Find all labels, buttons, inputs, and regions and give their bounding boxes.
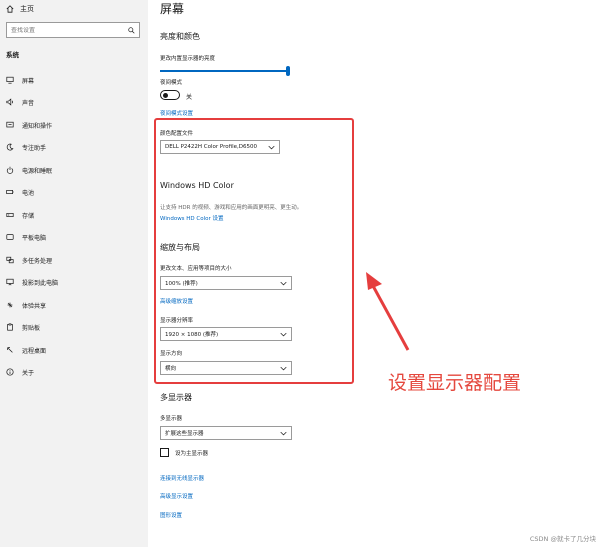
sidebar-item-battery[interactable]: 电池 <box>6 186 34 198</box>
brightness-slider-fill <box>160 70 290 72</box>
clipboard-icon <box>7 323 13 331</box>
sidebar-item-about[interactable]: 关于 <box>6 366 34 378</box>
multi-display-heading: 多显示器 <box>160 393 192 402</box>
sidebar-item-label: 声音 <box>22 99 35 107</box>
sidebar-item-remote-desktop[interactable]: 远程桌面 <box>6 344 46 356</box>
sidebar-item-label: 电源和睡眠 <box>22 167 53 175</box>
primary-display-option[interactable]: 设为主显示器 <box>160 448 208 457</box>
brightness-slider[interactable] <box>160 66 290 76</box>
search-box[interactable] <box>6 22 140 38</box>
moon-icon <box>6 143 14 151</box>
sidebar-item-label: 通知和操作 <box>22 122 53 130</box>
multi-display-dropdown[interactable]: 扩展这些显示器 <box>160 426 292 440</box>
project-icon <box>6 278 14 286</box>
home-icon <box>6 5 14 13</box>
connect-wireless-display-link[interactable]: 连接到无线显示器 <box>160 474 204 482</box>
sidebar-item-storage[interactable]: 存储 <box>6 209 34 221</box>
battery-icon <box>6 190 14 194</box>
sidebar-item-notifications[interactable]: 通知和操作 <box>6 119 52 131</box>
sidebar-item-sound[interactable]: 声音 <box>6 96 34 108</box>
sidebar-item-project[interactable]: 投影到此电脑 <box>6 276 58 288</box>
sidebar-item-label: 多任务处理 <box>22 257 53 265</box>
toggle-knob <box>163 92 168 98</box>
home-label: 主页 <box>20 5 34 13</box>
annotation-arrow <box>366 272 410 351</box>
sidebar-item-power-sleep[interactable]: 电源和睡眠 <box>6 164 52 176</box>
share-icon <box>7 302 13 308</box>
notification-icon <box>6 121 14 128</box>
multi-display-label: 多显示器 <box>160 416 183 422</box>
night-light-state: 关 <box>186 94 193 101</box>
multi-display-value: 扩展这些显示器 <box>165 431 204 437</box>
sidebar-item-tablet[interactable]: 平板电脑 <box>6 231 46 243</box>
advanced-display-settings-link[interactable]: 高级显示设置 <box>160 492 193 500</box>
brightness-heading: 亮度和颜色 <box>160 32 200 41</box>
sidebar-item-label: 屏幕 <box>22 77 35 85</box>
info-icon <box>6 368 14 376</box>
sidebar-item-label: 专注助手 <box>22 144 47 152</box>
power-icon <box>6 166 14 174</box>
storage-icon <box>6 213 14 217</box>
sidebar-item-label: 电池 <box>22 189 35 197</box>
watermark: CSDN @就卡了几分块 <box>529 535 596 543</box>
sidebar-item-clipboard[interactable]: 剪贴板 <box>6 321 40 333</box>
sidebar-item-display[interactable]: 屏幕 <box>6 74 34 86</box>
sidebar-item-label: 关于 <box>22 369 35 377</box>
speaker-icon <box>6 98 13 106</box>
primary-display-checkbox[interactable] <box>160 448 169 457</box>
monitor-icon <box>6 76 14 84</box>
sidebar-item-label: 存储 <box>22 212 35 220</box>
remote-desktop-icon <box>7 347 13 353</box>
graphics-settings-link[interactable]: 图形设置 <box>160 511 182 519</box>
sidebar-item-multitasking[interactable]: 多任务处理 <box>6 254 52 266</box>
sidebar-item-label: 体验共享 <box>22 302 47 310</box>
annotation-text: 设置显示器配置 <box>388 372 522 394</box>
multitask-icon <box>6 256 14 264</box>
primary-display-label: 设为主显示器 <box>175 450 209 457</box>
sidebar: 主页 系统 屏幕 声音 通知和操作 专注助手 电源和睡眠 电池 存储 平板电脑 … <box>0 0 148 547</box>
home-link[interactable]: 主页 <box>6 2 34 16</box>
tablet-icon <box>6 234 14 240</box>
night-light-settings-link[interactable]: 夜间模式设置 <box>160 109 193 117</box>
night-light-toggle[interactable] <box>160 90 180 100</box>
night-light-label: 夜间模式 <box>160 80 183 86</box>
sidebar-item-shared-experiences[interactable]: 体验共享 <box>6 299 46 311</box>
sidebar-item-focus-assist[interactable]: 专注助手 <box>6 141 46 153</box>
annotation-highlight-box <box>154 118 354 384</box>
brightness-slider-thumb[interactable] <box>286 66 290 76</box>
search-icon[interactable] <box>128 26 135 34</box>
chevron-down-icon <box>280 431 287 435</box>
sidebar-item-label: 远程桌面 <box>22 347 47 355</box>
brightness-slider-label: 更改内置显示器的亮度 <box>160 56 216 62</box>
sidebar-item-label: 投影到此电脑 <box>22 279 59 287</box>
page-title: 屏幕 <box>160 2 185 16</box>
sidebar-section-title: 系统 <box>6 51 19 59</box>
sidebar-item-label: 剪贴板 <box>22 324 41 332</box>
sidebar-item-label: 平板电脑 <box>22 234 47 242</box>
search-input[interactable] <box>11 26 121 34</box>
